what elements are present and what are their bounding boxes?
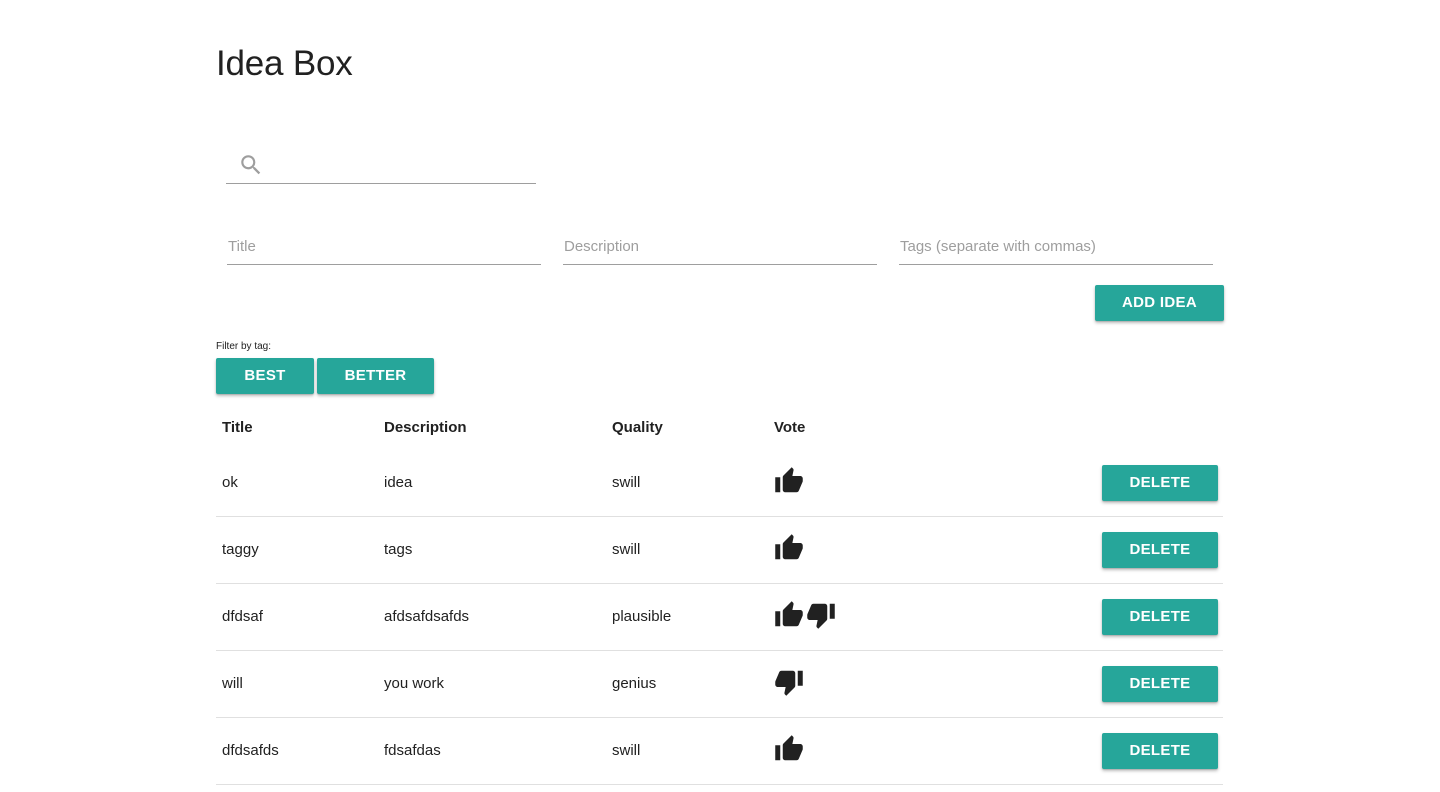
- idea-title: ok: [222, 474, 238, 491]
- idea-title: taggy: [222, 541, 259, 558]
- page-title: Idea Box: [216, 44, 353, 83]
- idea-title: will: [222, 675, 243, 692]
- header-quality: Quality: [612, 419, 663, 436]
- add-idea-button[interactable]: ADD IDEA: [1095, 285, 1224, 321]
- table-row: ok idea swill DELETE: [216, 450, 1223, 517]
- header-title: Title: [222, 419, 253, 436]
- idea-description: idea: [384, 474, 413, 491]
- delete-button[interactable]: DELETE: [1102, 465, 1218, 501]
- search-input[interactable]: [276, 150, 531, 180]
- header-vote: Vote: [774, 419, 806, 436]
- thumbs-down-icon[interactable]: [806, 600, 836, 630]
- idea-title: dfdsaf: [222, 608, 263, 625]
- delete-button[interactable]: DELETE: [1102, 599, 1218, 635]
- thumbs-up-icon[interactable]: [774, 466, 804, 496]
- vote-controls: [774, 466, 804, 496]
- idea-title: dfdsafds: [222, 742, 279, 759]
- vote-controls: [774, 533, 804, 563]
- title-input[interactable]: [227, 224, 541, 260]
- idea-quality: genius: [612, 675, 657, 692]
- tags-field: [899, 224, 1213, 265]
- delete-button[interactable]: DELETE: [1102, 666, 1218, 702]
- page: Idea Box ADD IDEA Filter by tag: BEST BE…: [0, 0, 1440, 792]
- ideas-table: Title Description Quality Vote ok idea s…: [216, 406, 1223, 785]
- idea-quality: swill: [612, 474, 641, 491]
- table-row: dfdsaf afdsafdsafds plausible DELETE: [216, 584, 1223, 651]
- description-input[interactable]: [563, 224, 877, 260]
- vote-controls: [774, 667, 804, 697]
- title-field: [227, 224, 541, 265]
- vote-controls: [774, 600, 836, 630]
- table-row: taggy tags swill DELETE: [216, 517, 1223, 584]
- thumbs-up-icon[interactable]: [774, 533, 804, 563]
- delete-button[interactable]: DELETE: [1102, 532, 1218, 568]
- table-row: will you work genius DELETE: [216, 651, 1223, 718]
- filter-tag-best-button[interactable]: BEST: [216, 358, 314, 394]
- vote-controls: [774, 734, 804, 764]
- description-field: [563, 224, 877, 265]
- table-body: ok idea swill DELETE taggy tags swill DE…: [216, 450, 1223, 785]
- idea-quality: plausible: [612, 608, 672, 625]
- delete-button[interactable]: DELETE: [1102, 733, 1218, 769]
- thumbs-up-icon[interactable]: [774, 600, 804, 630]
- idea-description: fdsafdas: [384, 742, 441, 759]
- tags-input[interactable]: [899, 224, 1213, 260]
- search-icon: [241, 155, 261, 175]
- table-row: dfdsafds fdsafdas swill DELETE: [216, 718, 1223, 785]
- idea-quality: swill: [612, 742, 641, 759]
- idea-description: afdsafdsafds: [384, 608, 470, 625]
- table-header: Title Description Quality Vote: [216, 406, 1223, 450]
- header-description: Description: [384, 419, 467, 436]
- idea-description: tags: [384, 541, 413, 558]
- thumbs-down-icon[interactable]: [774, 667, 804, 697]
- filter-label: Filter by tag:: [216, 341, 272, 352]
- idea-description: you work: [384, 675, 445, 692]
- search-bar: [226, 146, 536, 184]
- thumbs-up-icon[interactable]: [774, 734, 804, 764]
- filter-tag-better-button[interactable]: BETTER: [317, 358, 434, 394]
- idea-quality: swill: [612, 541, 641, 558]
